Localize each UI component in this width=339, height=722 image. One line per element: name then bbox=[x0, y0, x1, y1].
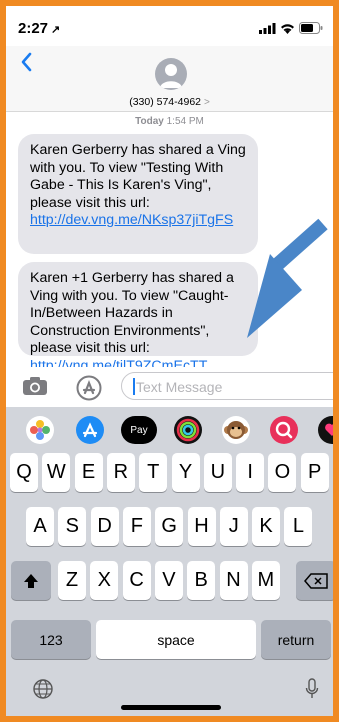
key-z[interactable]: Z bbox=[58, 561, 86, 600]
monkey-face-icon bbox=[224, 421, 248, 439]
key-u[interactable]: U bbox=[203, 453, 232, 492]
magnifier-icon bbox=[275, 421, 293, 439]
photos-flower-icon bbox=[30, 420, 50, 440]
key-o[interactable]: O bbox=[268, 453, 297, 492]
phone-screen: 2:27 ↗ (330) 574-4962 > Today 1:54 PM Ka… bbox=[6, 6, 333, 716]
key-y[interactable]: Y bbox=[171, 453, 200, 492]
key-g[interactable]: G bbox=[155, 507, 184, 546]
key-r[interactable]: R bbox=[106, 453, 135, 492]
key-e[interactable]: E bbox=[74, 453, 103, 492]
globe-icon bbox=[33, 679, 53, 699]
app-store-glyph-icon bbox=[82, 422, 98, 438]
dictation-key[interactable] bbox=[305, 677, 319, 706]
delete-key[interactable] bbox=[296, 561, 333, 600]
key-k[interactable]: K bbox=[252, 507, 281, 546]
key-t[interactable]: T bbox=[139, 453, 168, 492]
monkey-animoji-icon[interactable] bbox=[222, 416, 250, 444]
backspace-icon bbox=[304, 572, 328, 589]
keyboard: QWERTYUIOP ASDFGHJKL ZXCVBNM 123 space r… bbox=[6, 451, 333, 716]
camera-icon bbox=[23, 377, 47, 395]
shift-arrow-icon bbox=[24, 573, 38, 588]
key-w[interactable]: W bbox=[42, 453, 71, 492]
key-b[interactable]: B bbox=[187, 561, 216, 600]
numbers-key[interactable]: 123 bbox=[11, 620, 91, 659]
annotation-arrow-icon bbox=[247, 218, 328, 338]
digital-touch-icon[interactable] bbox=[318, 416, 333, 444]
key-s[interactable]: S bbox=[58, 507, 87, 546]
home-indicator[interactable] bbox=[121, 705, 221, 710]
apps-button[interactable] bbox=[76, 375, 102, 406]
key-j[interactable]: J bbox=[219, 507, 248, 546]
message-input-bar: Text Message bbox=[6, 367, 333, 407]
key-h[interactable]: H bbox=[187, 507, 216, 546]
text-cursor bbox=[133, 378, 135, 395]
message-input[interactable]: Text Message bbox=[121, 372, 333, 400]
key-m[interactable]: M bbox=[251, 561, 280, 600]
activity-rings-icon bbox=[176, 418, 200, 442]
key-c[interactable]: C bbox=[122, 561, 151, 600]
shift-key[interactable] bbox=[11, 561, 51, 600]
key-q[interactable]: Q bbox=[10, 453, 38, 492]
key-i[interactable]: I bbox=[236, 453, 265, 492]
key-n[interactable]: N bbox=[219, 561, 248, 600]
heart-icon bbox=[325, 423, 333, 436]
app-store-icon bbox=[76, 375, 102, 401]
return-key[interactable]: return bbox=[261, 620, 331, 659]
search-images-icon[interactable] bbox=[270, 416, 298, 444]
app-drawer: Pay bbox=[6, 407, 333, 451]
apple-pay-icon[interactable]: Pay bbox=[121, 416, 157, 444]
key-p[interactable]: P bbox=[300, 453, 329, 492]
microphone-icon bbox=[305, 678, 319, 698]
key-a[interactable]: A bbox=[26, 507, 54, 546]
key-d[interactable]: D bbox=[90, 507, 119, 546]
globe-key[interactable] bbox=[32, 678, 54, 705]
key-f[interactable]: F bbox=[122, 507, 151, 546]
activity-icon[interactable] bbox=[174, 416, 202, 444]
input-placeholder: Text Message bbox=[136, 379, 223, 395]
key-x[interactable]: X bbox=[90, 561, 119, 600]
apple-pay-label: Pay bbox=[130, 424, 148, 436]
camera-button[interactable] bbox=[22, 376, 48, 401]
key-v[interactable]: V bbox=[154, 561, 183, 600]
app-store-icon[interactable] bbox=[76, 416, 104, 444]
key-l[interactable]: L bbox=[284, 507, 313, 546]
photos-app-icon[interactable] bbox=[26, 416, 54, 444]
space-key[interactable]: space bbox=[96, 620, 256, 659]
